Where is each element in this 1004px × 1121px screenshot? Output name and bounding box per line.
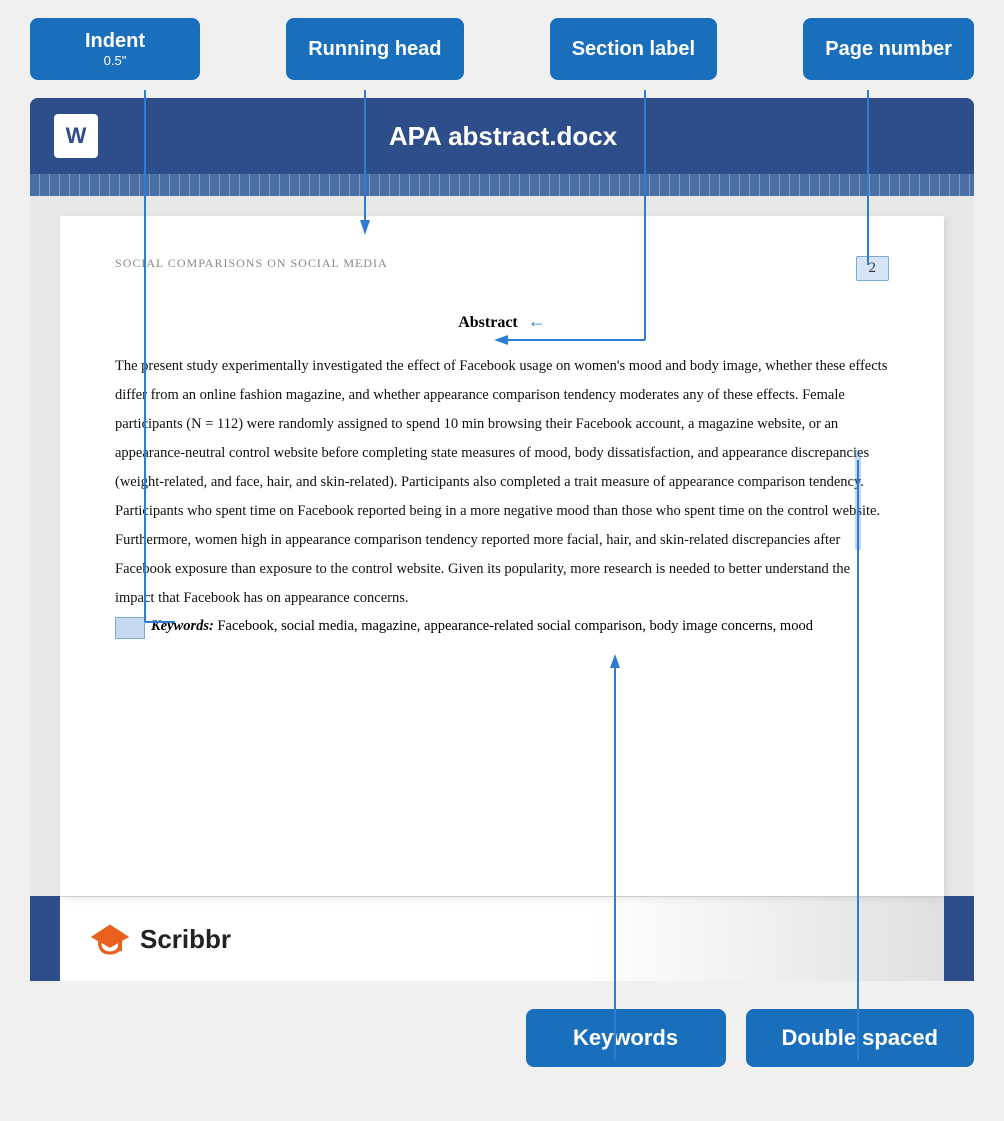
indent-label: Indent	[85, 30, 145, 52]
doc-titlebar: W APA abstract.docx	[30, 98, 974, 174]
indent-button[interactable]: Indent 0.5"	[30, 18, 200, 80]
keywords-indent-marker	[115, 617, 145, 639]
ruler	[30, 174, 974, 196]
doc-title: APA abstract.docx	[116, 121, 950, 152]
body-text: The present study experimentally investi…	[115, 352, 889, 613]
running-head-button[interactable]: Running head	[286, 18, 463, 80]
word-icon: W	[54, 114, 98, 158]
page-header: SOCIAL COMPARISONS ON SOCIAL MEDIA 2	[115, 256, 889, 281]
scribbr-icon	[90, 919, 130, 959]
section-label-button[interactable]: Section label	[550, 18, 717, 80]
bottom-labels-row: Keywords Double spaced	[0, 991, 1004, 1085]
top-labels-row: Indent 0.5" Running head Section label P…	[0, 0, 1004, 98]
doc-page: SOCIAL COMPARISONS ON SOCIAL MEDIA 2 Abs…	[60, 216, 944, 896]
scribbr-logo: Scribbr	[90, 919, 231, 959]
page-number-label: Page number	[825, 38, 952, 60]
scribbr-area: Scribbr	[60, 896, 944, 981]
indent-sub-label: 0.5"	[52, 53, 178, 68]
page-number-button[interactable]: Page number	[803, 18, 974, 80]
keywords-button[interactable]: Keywords	[526, 1009, 726, 1067]
keywords-label: Keywords:	[151, 618, 214, 634]
keywords-value: Facebook, social media, magazine, appear…	[217, 618, 812, 634]
section-heading: Abstract	[458, 314, 518, 331]
double-spaced-button[interactable]: Double spaced	[746, 1009, 974, 1067]
doc-page-outer: SOCIAL COMPARISONS ON SOCIAL MEDIA 2 Abs…	[30, 196, 974, 896]
running-head-label: Running head	[308, 38, 441, 60]
page-number-box: 2	[856, 256, 890, 281]
keywords-text: Keywords: Facebook, social media, magazi…	[151, 613, 813, 641]
document-wrapper: W APA abstract.docx SOCIAL COMPARISONS O…	[30, 98, 974, 981]
double-spaced-button-label: Double spaced	[782, 1025, 938, 1050]
section-label-label: Section label	[572, 38, 695, 60]
section-heading-arrow: ←	[528, 311, 546, 331]
keywords-button-label: Keywords	[573, 1025, 678, 1050]
scribbr-name: Scribbr	[140, 924, 231, 955]
word-icon-letter: W	[66, 123, 87, 149]
running-head-text: SOCIAL COMPARISONS ON SOCIAL MEDIA	[115, 256, 388, 271]
keywords-line: Keywords: Facebook, social media, magazi…	[115, 613, 889, 641]
